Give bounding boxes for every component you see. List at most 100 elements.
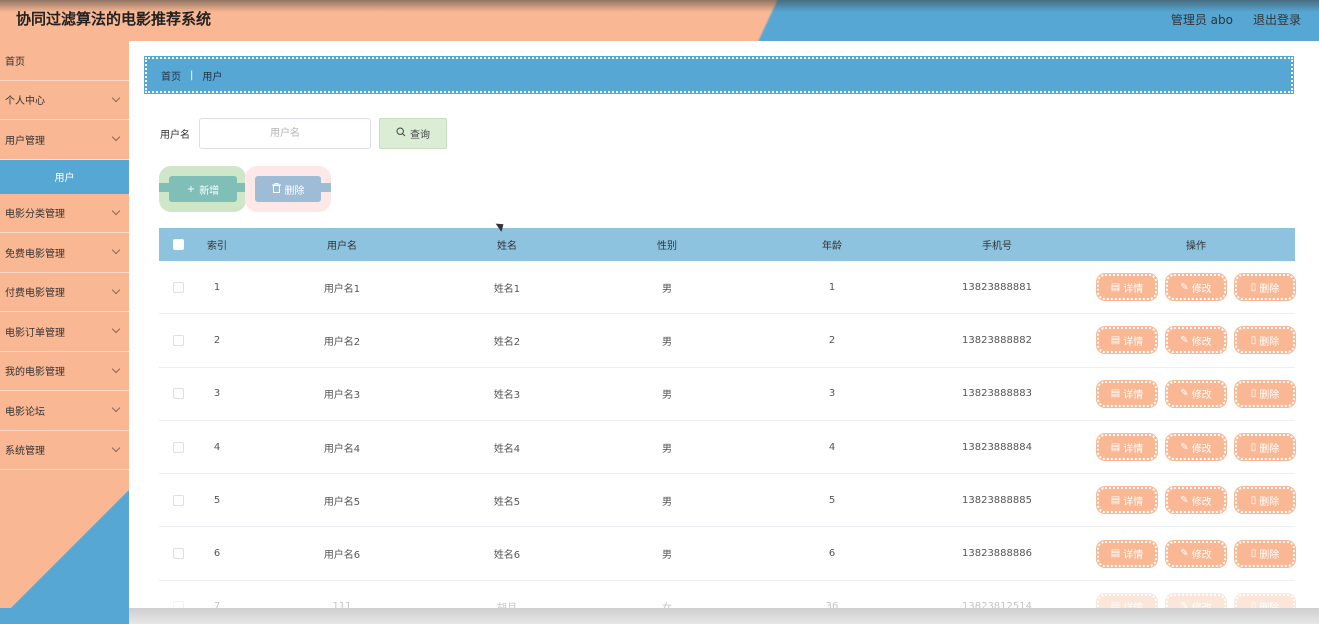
row-operations: ▤详情✎修改▯删除	[1096, 539, 1296, 568]
edit-button[interactable]: ✎修改	[1165, 379, 1227, 408]
sidebar-menu: 首页个人中心 用户管理 用户 电影分类管理免费电影管理 付费电影管理电影订单管理 我的电影…	[0, 41, 129, 470]
row-operations: ▤详情✎修改▯删除	[1096, 379, 1296, 408]
detail-button[interactable]: ▤详情	[1096, 273, 1158, 302]
sidebar-item[interactable]: 个人中心	[0, 81, 129, 120]
search-input[interactable]	[199, 118, 371, 149]
table-row: 4 用户名4 姓名4 男 4 13823888884 ▤ 详情 ✎ 修改 ▯ 删除	[159, 421, 1296, 475]
row-operations: ▤详情✎修改▯删除	[1096, 486, 1296, 515]
sidebar-item[interactable]: 免费电影管理	[0, 233, 129, 273]
edit-button[interactable]: ✎修改	[1165, 539, 1227, 568]
row-phone: 13823888882	[962, 334, 1032, 346]
query-button[interactable]: 查询	[379, 118, 447, 149]
detail-button-label: 详情	[1123, 336, 1144, 348]
detail-button[interactable]: ▤详情	[1096, 433, 1158, 462]
row-age: 1	[828, 281, 836, 293]
sidebar-item[interactable]: 首页	[0, 41, 129, 81]
detail-button[interactable]: ▤详情	[1096, 379, 1158, 408]
edit-button[interactable]: ✎修改	[1165, 486, 1227, 515]
pencil-icon: ✎	[1180, 441, 1189, 453]
row-checkbox[interactable]	[172, 334, 184, 346]
row-name: 姓名3	[493, 390, 521, 402]
detail-button[interactable]: ▤详情	[1096, 539, 1158, 568]
delete-button-label: 删除	[1259, 390, 1280, 402]
sidebar-item[interactable]: 系统管理	[0, 431, 129, 470]
row-name: 姓名6	[493, 550, 521, 562]
row-username: 用户名5	[323, 496, 361, 508]
select-all-checkbox[interactable]	[172, 239, 184, 250]
breadcrumb-home[interactable]: 首页	[161, 68, 181, 83]
sidebar-item-label: 电影论坛	[5, 406, 45, 418]
delete-button[interactable]: ▯删除	[1234, 326, 1296, 355]
pencil-icon: ✎	[1180, 334, 1189, 346]
delete-button-bar	[317, 183, 331, 192]
row-checkbox[interactable]	[172, 548, 184, 560]
sidebar-item-label: 免费电影管理	[5, 248, 65, 260]
trash-icon: ▯	[1250, 441, 1257, 453]
sidebar-item[interactable]: 电影论坛	[0, 391, 129, 431]
row-name: 姓名2	[493, 336, 521, 348]
row-age: 6	[828, 548, 836, 560]
row-operations: ▤详情✎修改▯删除	[1096, 433, 1296, 462]
logout-link[interactable]: 退出登录	[1253, 11, 1301, 28]
col-operations: 操作	[1186, 241, 1206, 252]
table-row: 5 用户名5 姓名5 男 5 13823888885 ▤ 详情 ✎ 修改 ▯ 删除	[159, 474, 1296, 528]
delete-button[interactable]: ▯删除	[1234, 539, 1296, 568]
edit-button[interactable]: ✎修改	[1165, 433, 1227, 462]
document-icon: ▤	[1110, 334, 1121, 346]
table-header: 索引 用户名 姓名 性别 年龄 手机号 操作	[159, 228, 1295, 261]
delete-button-label: 删除	[1259, 443, 1280, 455]
sidebar-item[interactable]: 用户管理	[0, 120, 129, 160]
detail-button[interactable]: ▤详情	[1096, 486, 1158, 515]
breadcrumb-separator: |	[190, 69, 194, 81]
pencil-icon: ✎	[1180, 281, 1189, 293]
trash-icon: ▯	[1250, 548, 1257, 560]
search-row: 用户名 查询	[160, 118, 447, 149]
detail-button-label: 详情	[1123, 550, 1144, 562]
trash-icon: ▯	[1250, 281, 1257, 293]
row-username: 用户名6	[323, 550, 361, 562]
row-checkbox[interactable]	[172, 441, 184, 453]
row-index: 4	[213, 441, 221, 453]
sidebar-item-label: 付费电影管理	[5, 288, 65, 300]
row-name: 姓名4	[493, 443, 521, 455]
pencil-icon: ✎	[1180, 388, 1189, 400]
detail-button[interactable]: ▤详情	[1096, 326, 1158, 355]
plus-icon: +	[186, 183, 196, 195]
sidebar-item[interactable]: 电影订单管理	[0, 312, 129, 352]
col-username: 用户名	[327, 241, 357, 252]
add-button[interactable]: + 新增	[169, 176, 237, 202]
row-checkbox[interactable]	[172, 388, 184, 400]
sidebar-item[interactable]: 我的电影管理	[0, 352, 129, 391]
delete-button[interactable]: ▯删除	[1234, 273, 1296, 302]
delete-button[interactable]: ▯删除	[1234, 433, 1296, 462]
delete-button[interactable]: ▯删除	[1234, 379, 1296, 408]
detail-button-label: 详情	[1123, 283, 1144, 295]
batch-delete-button[interactable]: 删除	[255, 176, 321, 202]
row-sex: 男	[662, 336, 672, 348]
row-checkbox[interactable]	[172, 281, 184, 293]
table-row: 6 用户名6 姓名6 男 6 13823888886 ▤ 详情 ✎ 修改 ▯ 删除	[159, 527, 1296, 581]
detail-button-label: 详情	[1123, 496, 1144, 508]
edit-button[interactable]: ✎修改	[1165, 273, 1227, 302]
sidebar-decoration	[0, 484, 129, 624]
row-age: 2	[828, 334, 836, 346]
table-row: 1 用户名1 姓名1 男 1 13823888881 ▤ 详情 ✎ 修改 ▯ 删除	[159, 261, 1296, 315]
row-age: 3	[828, 388, 836, 400]
sidebar-item-label: 首页	[5, 56, 25, 68]
col-age: 年龄	[822, 241, 842, 252]
sidebar-item-users-active[interactable]: 用户	[0, 159, 129, 194]
chevron-down-icon	[111, 245, 121, 255]
detail-button-label: 详情	[1123, 443, 1144, 455]
row-checkbox[interactable]	[172, 494, 184, 506]
sidebar-item[interactable]: 付费电影管理	[0, 273, 129, 312]
delete-button-label: 删除	[1259, 283, 1280, 295]
row-index: 3	[213, 388, 221, 400]
delete-button[interactable]: ▯删除	[1234, 486, 1296, 515]
row-age: 5	[828, 494, 836, 506]
edit-button[interactable]: ✎修改	[1165, 326, 1227, 355]
chevron-down-icon	[111, 93, 121, 102]
sidebar-item[interactable]: 电影分类管理	[0, 194, 129, 233]
document-icon: ▤	[1110, 494, 1121, 506]
document-icon: ▤	[1110, 388, 1121, 400]
row-username: 用户名3	[323, 390, 361, 402]
